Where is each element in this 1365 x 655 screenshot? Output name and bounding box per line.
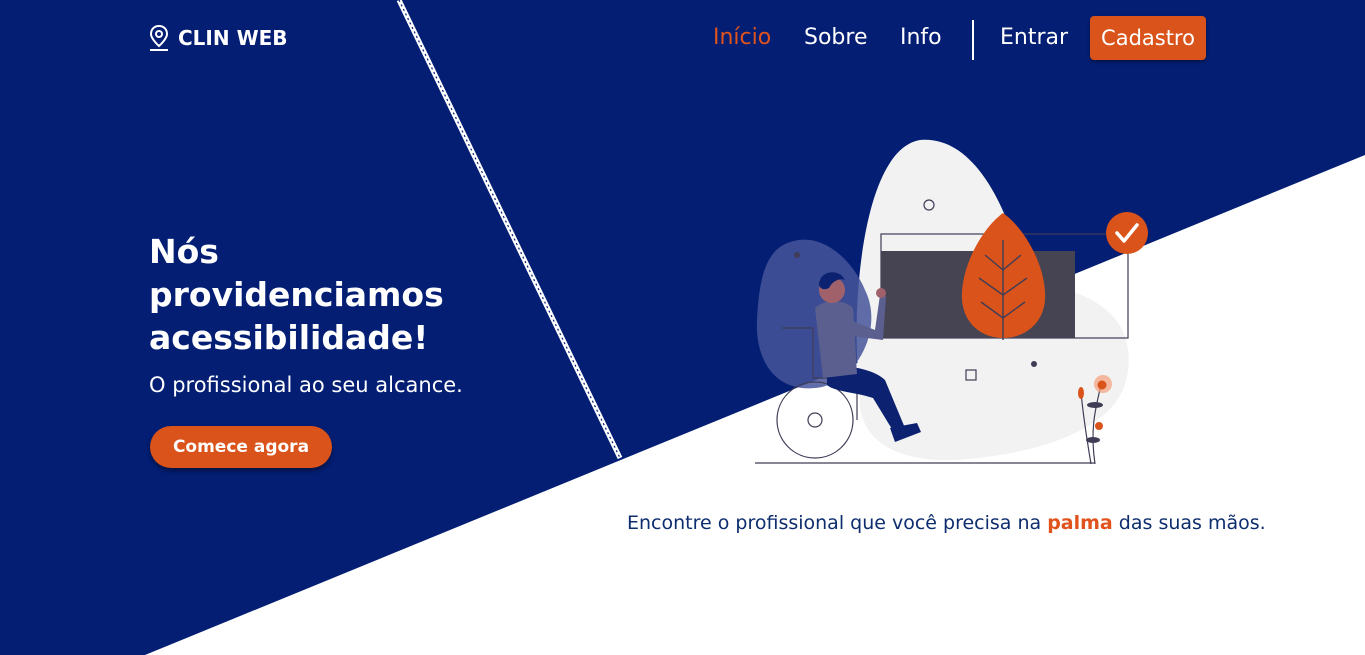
plant-bud	[1078, 387, 1084, 399]
wheelchair-hub	[807, 412, 823, 428]
tagline: Encontre o profissional que você precisa…	[627, 509, 1266, 537]
hero-title: Nós providenciamos acessibilidade!	[149, 232, 444, 357]
hero-subtitle: O profissional ao seu alcance.	[149, 373, 463, 397]
plant-leaf	[1087, 402, 1103, 408]
accessibility-illustration	[755, 139, 1148, 465]
dot-deco-2	[1031, 361, 1037, 367]
dot-deco	[794, 252, 800, 258]
check-badge	[1106, 212, 1148, 254]
tagline-highlight: palma	[1047, 512, 1113, 534]
nav-item-info[interactable]: Info	[900, 23, 942, 53]
tagline-end: das suas mãos.	[1112, 512, 1266, 534]
wheelchair-wheel	[776, 381, 854, 459]
person-hand	[876, 288, 886, 298]
nav-divider	[972, 20, 974, 60]
landing-page: CLIN WEB Início Sobre Info Entrar Cadast…	[0, 0, 1365, 655]
flower	[1097, 380, 1107, 390]
plant-leaf-2	[1086, 437, 1100, 443]
signup-button[interactable]: Cadastro	[1090, 16, 1206, 60]
login-link[interactable]: Entrar	[1000, 23, 1068, 53]
nav-item-sobre[interactable]: Sobre	[804, 23, 868, 53]
plant-bud-2	[1095, 422, 1103, 430]
tagline-start: Encontre o profissional que você precisa…	[627, 512, 1048, 534]
get-started-button[interactable]: Comece agora	[150, 426, 332, 468]
nav-item-inicio[interactable]: Início	[713, 23, 771, 53]
top-nav: Início Sobre Info Entrar Cadastro	[0, 16, 1365, 60]
